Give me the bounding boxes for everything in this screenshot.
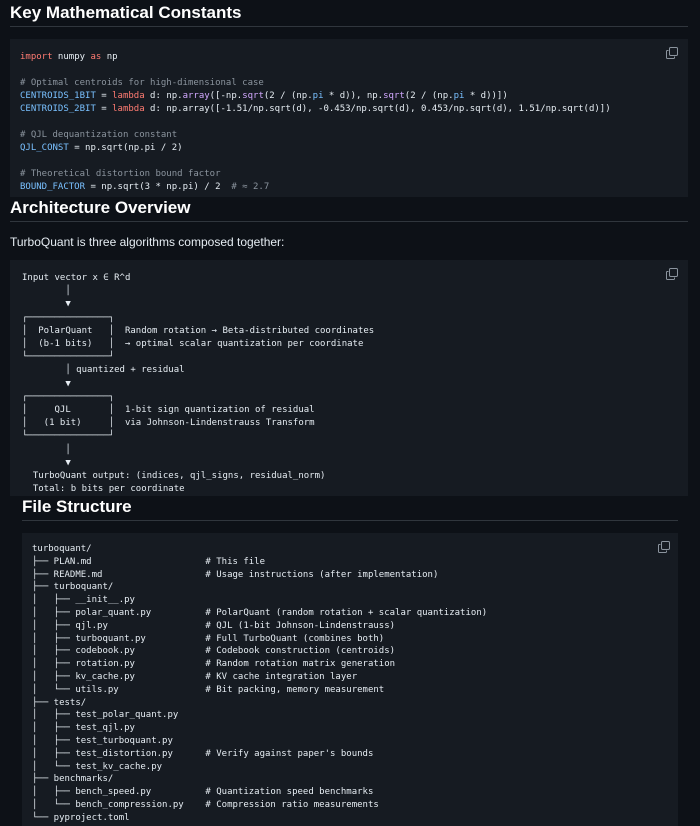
architecture-diagram: Input vector x ∈ R^d │ ▼ ┌──────────────… — [22, 273, 375, 495]
code-token: d: np.array([-1.51/np.sqrt(d), -0.453/np… — [144, 104, 611, 114]
copy-icon — [666, 268, 678, 280]
code-token: * d))]) — [464, 91, 508, 101]
architecture-diagram-block[interactable]: Input vector x ∈ R^d │ ▼ ┌──────────────… — [10, 260, 688, 496]
code-token: as — [90, 52, 102, 62]
code-token: import — [20, 52, 53, 62]
code-token: (2 / (np. — [404, 91, 454, 101]
code-comment: # ≈ 2.7 — [220, 182, 270, 192]
code-token: = np.sqrt(np.pi / 2) — [68, 143, 183, 153]
architecture-divider — [10, 221, 688, 222]
code-token: numpy — [52, 52, 91, 62]
code-keyword: lambda — [112, 104, 145, 114]
code-token: (2 / (np. — [263, 91, 313, 101]
code-function: sqrt — [242, 91, 264, 101]
copy-icon — [666, 47, 678, 59]
code-function: sqrt — [383, 91, 405, 101]
code-constant: CENTROIDS_1BIT — [20, 91, 96, 101]
code-constant: QJL_CONST — [20, 143, 69, 153]
file-structure-divider — [22, 520, 678, 521]
code-function: array — [182, 91, 210, 101]
code-constant: CENTROIDS_2BIT — [20, 104, 96, 114]
code-comment: # QJL dequantization constant — [20, 130, 178, 140]
copy-code-button[interactable] — [658, 541, 670, 553]
constants-code: import numpy as np # Optimal centroids f… — [20, 51, 611, 194]
code-token: = — [95, 104, 113, 114]
file-tree: turboquant/ ├── PLAN.md # This file ├── … — [32, 544, 488, 823]
constants-divider — [10, 26, 688, 27]
code-token: d: np. — [144, 91, 183, 101]
code-comment: # Optimal centroids for high-dimensional… — [20, 78, 264, 88]
code-constant: BOUND_FACTOR — [20, 182, 86, 192]
copy-icon — [658, 541, 670, 553]
architecture-intro: TurboQuant is three algorithms composed … — [10, 235, 285, 249]
code-constant: pi — [312, 91, 324, 101]
code-token: = np.sqrt(3 * np.pi) / 2 — [85, 182, 221, 192]
code-keyword: lambda — [112, 91, 145, 101]
architecture-heading: Architecture Overview — [10, 198, 191, 217]
code-constant: pi — [453, 91, 465, 101]
constants-heading: Key Mathematical Constants — [10, 3, 242, 22]
code-token: * d)), np. — [323, 91, 384, 101]
copy-code-button[interactable] — [666, 47, 678, 59]
file-structure-heading: File Structure — [22, 497, 132, 516]
constants-code-block[interactable]: import numpy as np # Optimal centroids f… — [10, 39, 688, 197]
code-comment: # Theoretical distortion bound factor — [20, 169, 221, 179]
code-token: np — [101, 52, 118, 62]
code-token: ([-np. — [209, 91, 243, 101]
code-token: = — [95, 91, 113, 101]
copy-code-button[interactable] — [666, 268, 678, 280]
file-structure-code-block[interactable]: turboquant/ ├── PLAN.md # This file ├── … — [22, 533, 678, 826]
